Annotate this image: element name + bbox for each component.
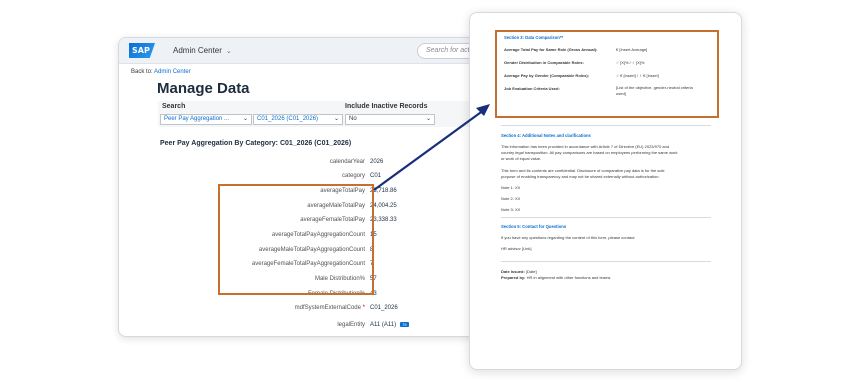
section-3-title: Section 3: Data Comparison** <box>504 35 564 40</box>
field-row: legalEntity A11 (A11) 75 <box>178 322 478 334</box>
inactive-select[interactable]: No ⌄ <box>345 114 435 125</box>
date-issued-value: [Date] <box>525 269 537 274</box>
field-value: 23,338.33 <box>370 217 397 223</box>
field-key-label: mdfSystemExternalCode <box>294 305 361 311</box>
search-label: Search <box>162 103 186 110</box>
s4-line: country legal transposition. All pay com… <box>501 150 678 155</box>
s4-line: This form and its contents are confident… <box>501 168 665 173</box>
object-type-select[interactable]: Peer Pay Aggregation ... ⌄ <box>160 114 252 125</box>
chevron-down-icon: ⌄ <box>242 116 248 122</box>
s3-value: € [Insert Average] <box>616 47 648 52</box>
s5-line: HR advisor [Link] <box>501 246 532 251</box>
inactive-value: No <box>349 116 357 122</box>
s4-line: This information has been provided in ac… <box>501 144 670 149</box>
highlight-box-left <box>218 184 374 295</box>
s3-label: Job Evaluation Criteria Used: <box>504 86 560 91</box>
section-4-title: Section 4: Additional Notes and clarific… <box>501 133 591 138</box>
divider <box>501 217 711 218</box>
required-marker: * <box>362 305 365 311</box>
field-value: C01 <box>370 173 382 179</box>
date-issued-label: Date Issued: <box>501 269 525 274</box>
field-row: mdfSystemExternalCode * C01_2026 <box>178 305 478 317</box>
field-row: calendarYear 2026 <box>178 159 478 171</box>
s3-value: used] <box>616 91 626 96</box>
s3-label: Average Pay by Gender (Comparable Roles)… <box>504 73 589 78</box>
s4-line: Note 2: XX <box>501 196 521 201</box>
field-key: legalEntity <box>337 322 365 328</box>
field-value: 2026 <box>370 159 384 165</box>
object-value-select[interactable]: C01_2026 (C01_2026) ⌄ <box>253 114 343 125</box>
field-value: 23,718.86 <box>370 188 397 194</box>
chevron-down-icon: ⌄ <box>425 116 431 122</box>
field-key: category <box>341 173 365 179</box>
legal-entity-tag[interactable]: 75 <box>400 322 409 327</box>
divider <box>501 261 711 262</box>
prepared-by-value: HR in alignment with other functions and… <box>526 275 611 280</box>
s3-value: ♂ [X]% / ♀ [X]% <box>616 60 645 65</box>
chevron-down-icon: ⌄ <box>333 116 339 122</box>
s5-line: If you have any questions regarding the … <box>501 235 636 240</box>
prepared-by: Prepared by: HR in alignment with other … <box>501 275 610 280</box>
inactive-label: Include Inactive Records <box>345 103 428 110</box>
divider <box>501 125 711 126</box>
field-key: calendarYear <box>329 159 365 165</box>
pay-transparency-document: Section 3: Data Comparison** Average Tot… <box>469 12 742 370</box>
record-title: Peer Pay Aggregation By Category: C01_20… <box>160 140 352 147</box>
prepared-by-label: Prepared by: <box>501 275 526 280</box>
s4-line: purpose of enabling transparency and may… <box>501 174 660 179</box>
s4-line: Note 3: XX <box>501 207 521 212</box>
object-type-value: Peer Pay Aggregation ... <box>164 116 230 122</box>
s3-label: Average Total Pay for Same Role (Gross A… <box>504 47 598 52</box>
s4-line: or work of equal value. <box>501 156 542 161</box>
s3-value: [List of the objective, gender-neutral c… <box>616 85 693 90</box>
field-value: C01_2026 <box>370 305 398 311</box>
s3-value: ♂ € [Insert] / ♀ € [Insert] <box>616 73 659 78</box>
section-5-title: Section 5: Contact for Questions <box>501 224 567 229</box>
s3-label: Gender Distribution in Comparable Roles: <box>504 60 584 65</box>
field-value: A11 (A11) <box>370 322 397 328</box>
field-value: 24,004.25 <box>370 203 397 209</box>
field-key: mdfSystemExternalCode * <box>295 305 365 311</box>
s4-line: Note 1: XX <box>501 185 521 190</box>
field-value-wrap: A11 (A11) 75 <box>370 322 409 328</box>
date-issued: Date Issued: [Date] <box>501 269 537 274</box>
object-value: C01_2026 (C01_2026) <box>257 116 319 122</box>
